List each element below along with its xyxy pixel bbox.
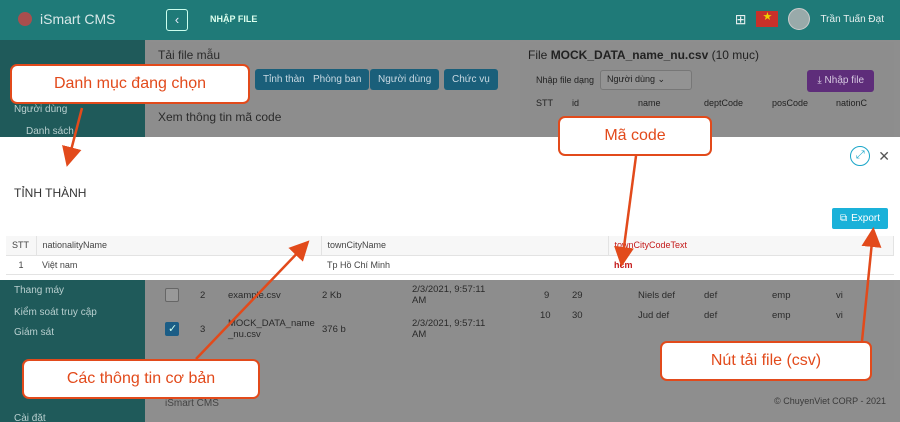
chip-user[interactable]: Người dùng xyxy=(370,69,440,90)
page-title: NHẬP FILE xyxy=(210,14,258,24)
sidebar-item-access-control[interactable]: Kiểm soát truy cập xyxy=(14,307,97,318)
cell-nationality: Việt nam xyxy=(36,255,321,275)
file-count: (10 mục) xyxy=(711,48,759,62)
table-cell: 29 xyxy=(572,290,583,301)
footer-brand: iSmart CMS xyxy=(165,398,219,409)
table-cell: def xyxy=(704,310,718,321)
export-icon: ⧉ xyxy=(839,213,848,224)
chip-position[interactable]: Chức vụ xyxy=(444,69,498,90)
sidebar-item-elevator[interactable]: Thang máy xyxy=(14,285,64,296)
preview-col-nation: nationC xyxy=(836,98,868,108)
code-table: STT nationalityName townCityName townCit… xyxy=(6,236,894,275)
row-checkbox[interactable] xyxy=(165,288,179,302)
import-file-button[interactable]: ⤓ Nhập file xyxy=(807,70,874,92)
sidebar-item-settings[interactable]: Cài đặt xyxy=(14,413,46,422)
file-title: File MOCK_DATA_name_nu.csv (10 mục) xyxy=(528,48,759,62)
import-type-row: Nhập file dạng Người dùng ⌄ xyxy=(536,70,693,90)
callout-code: Mã code xyxy=(558,116,712,156)
fullscreen-icon[interactable]: ⤢ xyxy=(850,146,871,166)
table-header-row: STT nationalityName townCityName townCit… xyxy=(6,236,894,256)
table-cell: MOCK_DATA_name _nu.csv xyxy=(228,318,315,340)
table-cell: 2 Kb xyxy=(322,290,342,301)
table-cell: 2/3/2021, 9:57:11 AM xyxy=(412,284,486,306)
import-type-value: Người dùng xyxy=(607,74,655,84)
footer-copyright: © ChuyenViet CORP - 2021 xyxy=(774,396,886,406)
preview-col-dept: deptCode xyxy=(704,98,744,108)
col-nationality-name: nationalityName xyxy=(36,236,322,256)
export-label: Export xyxy=(851,213,880,224)
sidebar-item-list[interactable]: Danh sách xyxy=(26,126,74,137)
table-cell: 30 xyxy=(572,310,583,321)
chevron-down-icon: ⌄ xyxy=(657,74,666,84)
preview-col-name: name xyxy=(638,98,661,108)
vietnam-flag-icon[interactable] xyxy=(756,10,779,27)
table-cell: vi xyxy=(836,290,843,301)
export-button[interactable]: ⧉ Export xyxy=(831,208,888,229)
import-type-select[interactable]: Người dùng ⌄ xyxy=(600,70,693,90)
sidebar-item-users[interactable]: Người dùng xyxy=(14,104,67,115)
logo-icon xyxy=(18,12,32,26)
table-cell: 3 xyxy=(200,324,206,335)
cell-stt: 1 xyxy=(6,255,36,275)
modal-controls: ⤢ ✕ xyxy=(850,146,890,166)
col-stt: STT xyxy=(6,236,37,256)
table-cell: vi xyxy=(836,310,843,321)
table-cell: emp xyxy=(772,290,791,301)
modal-title: TỈNH THÀNH xyxy=(14,186,87,200)
template-panel-title: Tải file mẫu xyxy=(158,48,221,62)
back-button[interactable]: ‹ xyxy=(166,9,188,31)
cell-code: hcm xyxy=(608,255,894,275)
table-row[interactable]: 1 Việt nam Tp Hồ Chí Minh hcm xyxy=(6,255,894,275)
table-cell: 376 b xyxy=(322,324,346,335)
top-right-tools: ⊞ Trần Tuấn Đạt xyxy=(735,8,884,30)
col-town-city-name: townCityName xyxy=(321,236,609,256)
chip-department[interactable]: Phòng ban xyxy=(305,69,370,90)
apps-grid-icon[interactable]: ⊞ xyxy=(735,11,747,28)
table-cell: def xyxy=(704,290,718,301)
sidebar-item-monitoring[interactable]: Giám sát xyxy=(14,327,54,338)
file-name: MOCK_DATA_name_nu.csv xyxy=(550,48,709,62)
preview-col-stt: STT xyxy=(536,98,553,108)
table-cell: example.csv xyxy=(228,290,281,301)
cell-town: Tp Hồ Chí Minh xyxy=(321,255,608,275)
callout-selected-category: Danh mục đang chọn xyxy=(10,64,250,104)
preview-col-pos: posCode xyxy=(772,98,809,108)
import-file-label: Nhập file xyxy=(824,75,864,86)
table-cell: 2/3/2021, 9:57:11 AM xyxy=(412,318,486,340)
app-logo[interactable]: iSmart CMS xyxy=(18,11,115,27)
table-cell: Jud def xyxy=(638,310,670,321)
import-type-label: Nhập file dạng xyxy=(536,75,595,85)
table-cell: 2 xyxy=(200,290,206,301)
table-cell: 9 xyxy=(544,290,550,301)
upload-icon: ⤓ xyxy=(817,75,825,86)
close-icon[interactable]: ✕ xyxy=(878,148,890,165)
preview-col-id: id xyxy=(572,98,580,108)
code-section-title: Xem thông tin mã code xyxy=(158,110,282,124)
callout-download-button: Nút tải file (csv) xyxy=(660,341,872,381)
table-cell: Niels def xyxy=(638,290,675,301)
col-town-city-code: townCityCodeText xyxy=(608,236,894,256)
logo-text: iSmart CMS xyxy=(40,11,116,27)
chevron-left-icon: ‹ xyxy=(174,12,180,27)
code-modal: ⤢ ✕ TỈNH THÀNH ⧉ Export STT nationalityN… xyxy=(0,137,900,280)
file-title-prefix: File xyxy=(528,48,548,62)
table-cell: emp xyxy=(772,310,791,321)
table-cell: 10 xyxy=(540,310,551,321)
top-bar: iSmart CMS ‹ NHẬP FILE ⊞ Trần Tuấn Đạt xyxy=(0,0,900,40)
callout-basic-info: Các thông tin cơ bản xyxy=(22,359,260,399)
user-name[interactable]: Trần Tuấn Đạt xyxy=(820,14,884,25)
avatar[interactable] xyxy=(788,8,811,30)
row-checkbox-checked[interactable] xyxy=(165,322,179,336)
